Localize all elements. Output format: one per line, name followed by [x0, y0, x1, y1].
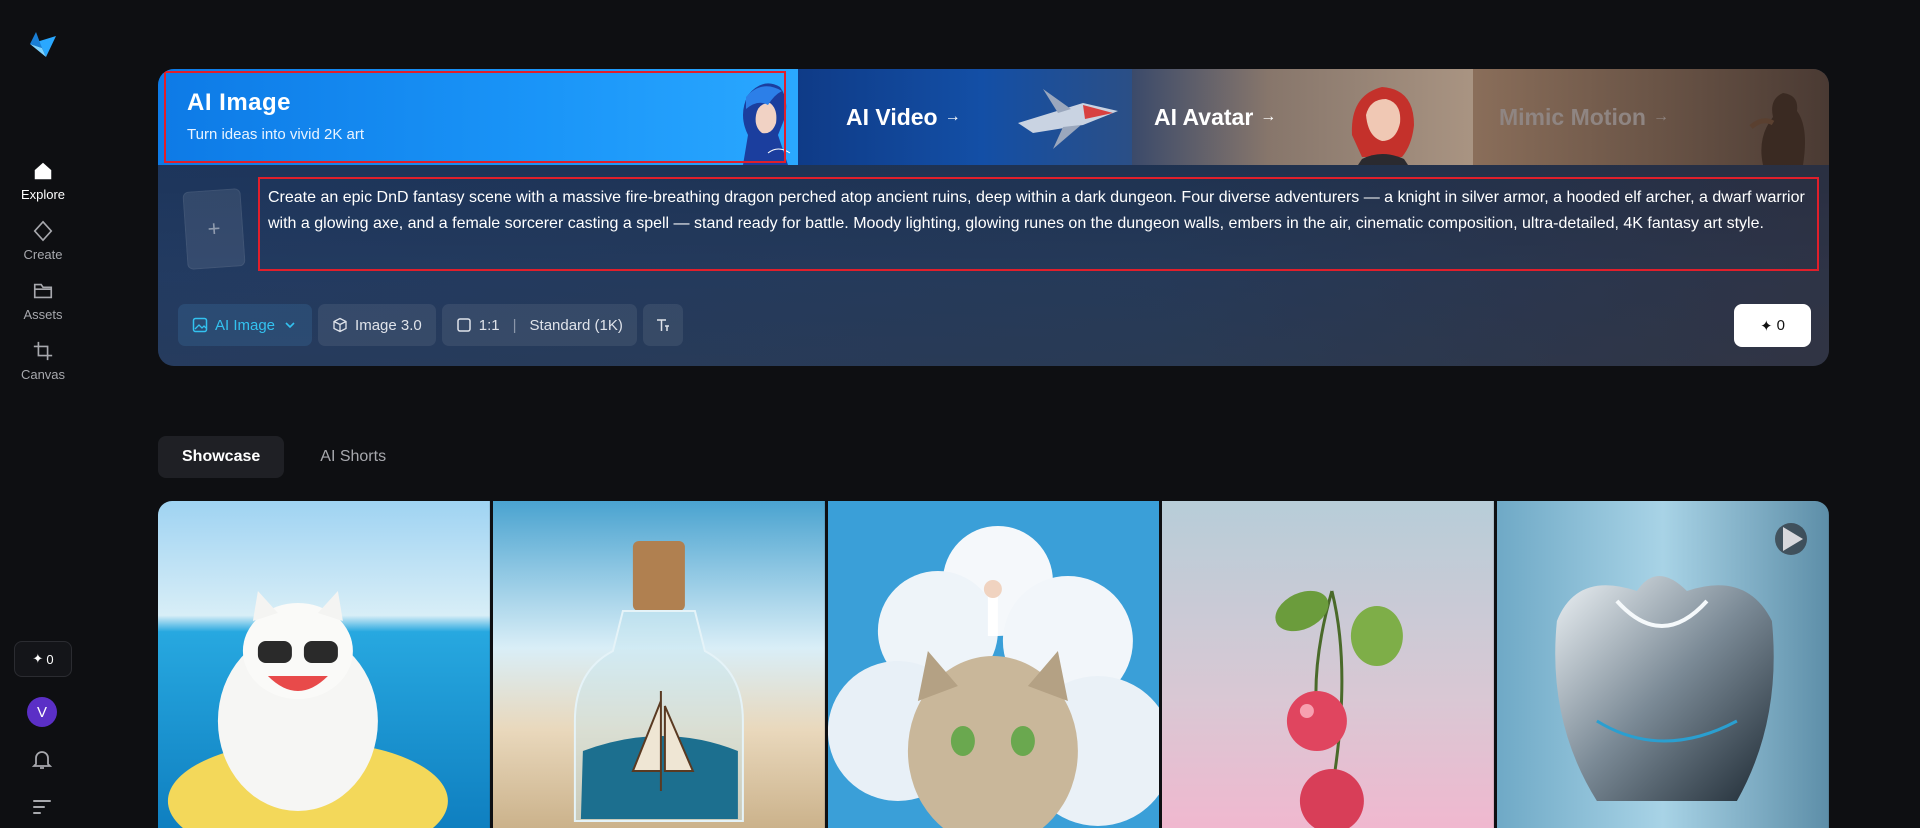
arrow-right-icon: →	[1260, 108, 1277, 125]
app-logo[interactable]	[28, 30, 58, 60]
dancer-illustration	[1749, 93, 1805, 165]
tab-ai-video[interactable]: AI Video →	[798, 69, 1132, 165]
gallery-card[interactable]	[492, 501, 825, 828]
sidebar-item-label: Assets	[23, 307, 63, 322]
sparkle-icon: ✦	[32, 651, 44, 666]
gallery-card[interactable]	[827, 501, 1160, 828]
ratio-quality-selector[interactable]: 1:1 | Standard (1K)	[441, 304, 637, 346]
ratio-label: 1:1	[478, 316, 500, 334]
home-icon	[34, 162, 52, 180]
cube-icon	[333, 317, 347, 333]
arrow-right-icon: →	[1652, 108, 1669, 125]
folder-icon	[33, 283, 53, 299]
tab-ai-shorts[interactable]: AI Shorts	[296, 436, 410, 478]
jet-illustration	[1018, 89, 1118, 149]
tab-ai-image[interactable]: AI Image Turn ideas into vivid 2K art	[158, 69, 798, 165]
avatar[interactable]: V	[27, 697, 57, 727]
menu-icon[interactable]	[32, 797, 52, 815]
selection-highlight	[164, 71, 786, 163]
generation-panel: AI Image Turn ideas into vivid 2K art AI…	[158, 69, 1829, 366]
square-icon	[457, 318, 471, 332]
model-label: Image 3.0	[355, 316, 422, 334]
play-button[interactable]	[1774, 523, 1807, 555]
play-icon	[1782, 527, 1803, 551]
sparkle-icon: ✦	[1760, 317, 1773, 335]
tab-ai-video-label: AI Video	[846, 103, 938, 130]
prompt-input[interactable]: Create an epic DnD fantasy scene with a …	[258, 177, 1819, 271]
avatar-illustration	[1351, 87, 1414, 165]
sidebar-item-label: Canvas	[20, 367, 66, 382]
ship-bottle-image	[492, 501, 825, 828]
divider: |	[512, 316, 517, 334]
tab-mimic-motion[interactable]: Mimic Motion →	[1473, 69, 1829, 165]
text-settings-button[interactable]	[642, 304, 683, 346]
showcase-gallery	[158, 501, 1829, 828]
text-format-icon	[656, 319, 669, 331]
sidebar-item-label: Explore	[20, 187, 66, 202]
sidebar-item-assets[interactable]: Assets	[0, 280, 86, 322]
crop-icon	[33, 341, 53, 361]
tab-ai-avatar-label: AI Avatar	[1154, 103, 1254, 130]
sidebar: Explore Create Assets Canvas ✦ 0 V	[0, 0, 86, 828]
sidebar-item-label: Create	[23, 247, 63, 262]
tab-showcase[interactable]: Showcase	[158, 436, 285, 478]
gallery-card[interactable]	[158, 501, 490, 828]
bell-icon[interactable]	[30, 747, 54, 771]
sidebar-item-create[interactable]: Create	[0, 220, 86, 262]
quality-label: Standard (1K)	[529, 316, 623, 334]
image-icon	[192, 317, 208, 333]
plus-icon: +	[206, 215, 222, 242]
mode-tabs: AI Image Turn ideas into vivid 2K art AI…	[158, 69, 1829, 165]
tab-mimic-motion-label: Mimic Motion	[1499, 103, 1646, 130]
arrow-right-icon: →	[944, 108, 961, 125]
sidebar-item-explore[interactable]: Explore	[0, 160, 86, 202]
gallery-card[interactable]	[1162, 501, 1495, 828]
cherry-image	[1162, 501, 1495, 828]
showcase-tabs: Showcase AI Shorts	[158, 436, 410, 478]
tab-ai-avatar[interactable]: AI Avatar →	[1132, 69, 1473, 165]
generation-toolbar: AI Image Image 3.0 1:1 | Standard (1K)	[178, 304, 683, 346]
diamond-icon	[33, 220, 53, 242]
generate-button[interactable]: ✦ 0	[1734, 304, 1811, 347]
chevron-down-icon	[285, 322, 295, 329]
upload-reference-button[interactable]: +	[182, 188, 246, 270]
credits-count: 0	[46, 651, 54, 667]
credits-badge[interactable]: ✦ 0	[14, 641, 72, 677]
generate-cost: 0	[1776, 317, 1785, 334]
sidebar-item-canvas[interactable]: Canvas	[0, 340, 86, 382]
model-selector[interactable]: Image 3.0	[318, 304, 436, 346]
cloud-cat-image	[827, 501, 1160, 828]
mode-label: AI Image	[215, 316, 276, 334]
cat-pool-image	[158, 501, 490, 828]
mode-dropdown[interactable]: AI Image	[178, 304, 313, 346]
gallery-card[interactable]	[1497, 501, 1829, 828]
